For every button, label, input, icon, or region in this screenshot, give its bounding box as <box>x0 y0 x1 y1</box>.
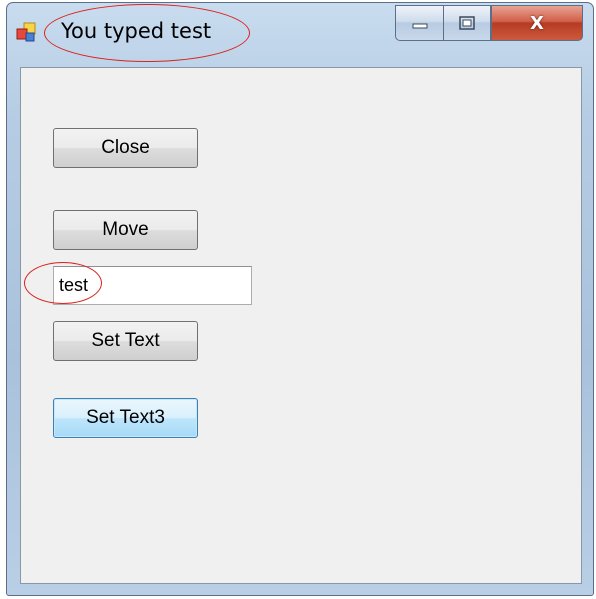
maximize-button[interactable] <box>443 5 491 41</box>
text-input[interactable] <box>53 266 252 305</box>
title-bar[interactable]: You typed test X <box>7 3 593 63</box>
set-text3-button[interactable]: Set Text3 <box>53 398 198 438</box>
close-button[interactable]: Close <box>53 128 198 168</box>
minimize-icon <box>412 23 427 29</box>
set-text-button[interactable]: Set Text <box>53 321 198 361</box>
maximize-icon <box>459 16 475 30</box>
client-area: Close Move Set Text Set Text3 <box>20 67 582 584</box>
window-title: You typed test <box>61 19 212 43</box>
app-icon[interactable] <box>15 21 37 43</box>
close-window-button[interactable]: X <box>491 5 583 41</box>
minimize-button[interactable] <box>395 5 443 41</box>
app-window: You typed test X Close Move Set Text Set… <box>6 2 594 596</box>
move-button[interactable]: Move <box>53 210 198 250</box>
close-icon: X <box>530 12 544 34</box>
caption-buttons: X <box>395 3 583 47</box>
